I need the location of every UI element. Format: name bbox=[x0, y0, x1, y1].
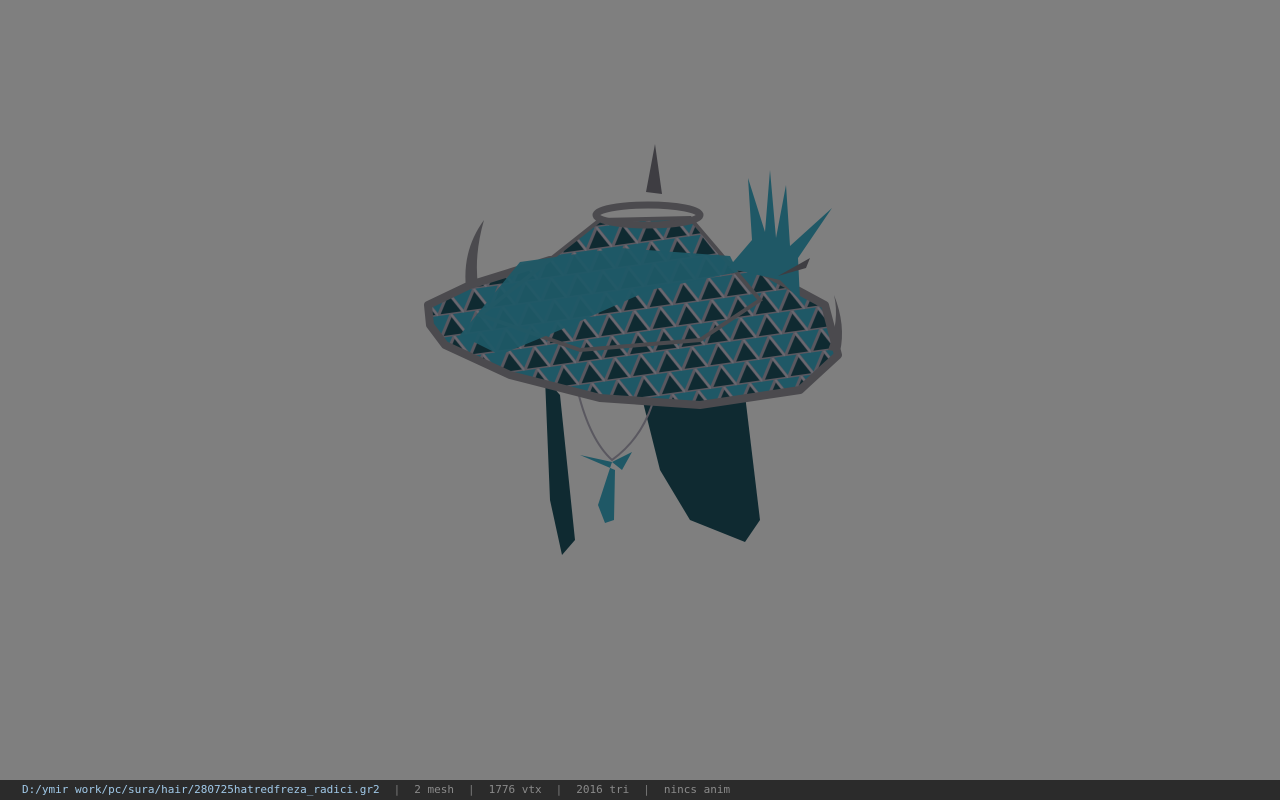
separator: | bbox=[468, 783, 475, 796]
crown-ring bbox=[592, 201, 704, 229]
mesh-count: 2 mesh bbox=[414, 783, 454, 796]
separator: | bbox=[643, 783, 650, 796]
separator: | bbox=[393, 783, 401, 796]
triangle-count: 2016 tri bbox=[576, 783, 630, 796]
animation-status: nincs anim bbox=[663, 783, 731, 796]
ribbon-bow bbox=[580, 452, 632, 523]
file-path: D:/ymir work/pc/sura/hair/280725hatredfr… bbox=[22, 783, 380, 796]
hair-left-strand bbox=[545, 378, 575, 555]
3d-viewport[interactable] bbox=[0, 0, 1280, 780]
vertex-count: 1776 vtx bbox=[488, 783, 542, 796]
top-spike bbox=[646, 144, 662, 194]
status-bar: D:/ymir work/pc/sura/hair/280725hatredfr… bbox=[0, 780, 1280, 800]
hair-right-block bbox=[640, 390, 760, 542]
hat-3d-model bbox=[424, 144, 842, 555]
separator: | bbox=[555, 783, 563, 796]
